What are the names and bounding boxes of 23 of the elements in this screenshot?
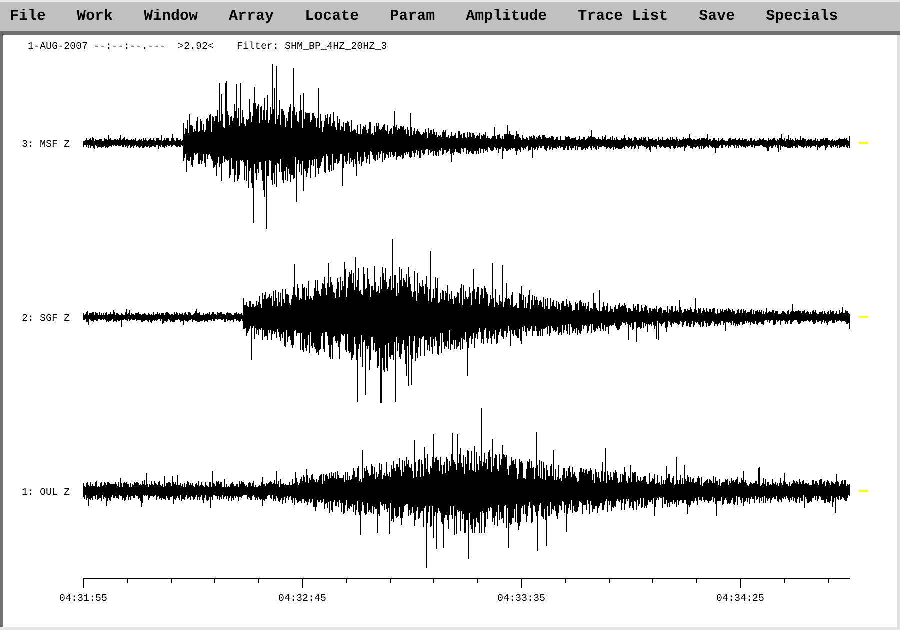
date-time-text: 1-AUG-2007 --:--:--.--- bbox=[28, 42, 166, 55]
trace-label: 2: SGF Z bbox=[22, 314, 70, 325]
menu-item[interactable]: Work bbox=[74, 8, 116, 26]
trace-label: 3: MSF Z bbox=[22, 140, 70, 151]
menu-item[interactable]: Param bbox=[387, 8, 438, 26]
menu-item[interactable]: File bbox=[7, 8, 50, 26]
trace-marker-icon bbox=[859, 490, 868, 492]
menu-item[interactable]: Array bbox=[226, 8, 278, 26]
menu-item[interactable]: Locate bbox=[302, 8, 362, 26]
time-tick-label: 04:31:55 bbox=[60, 594, 108, 605]
menu-item[interactable]: Save bbox=[696, 8, 738, 26]
trace-marker-icon bbox=[859, 142, 868, 144]
menu-item[interactable]: Specials bbox=[763, 8, 842, 26]
time-tick-label: 04:34:25 bbox=[716, 594, 764, 605]
amplitude-scale-text: >2.92< bbox=[178, 42, 214, 55]
time-tick-label: 04:33:35 bbox=[498, 594, 546, 605]
menu-item[interactable]: Trace List bbox=[575, 8, 672, 26]
filter-text: Filter: SHM_BP_4HZ_20HZ_3 bbox=[237, 42, 388, 55]
trace-label: 1: OUL Z bbox=[22, 488, 70, 499]
time-tick-label: 04:32:45 bbox=[278, 594, 326, 605]
trace-marker-icon bbox=[859, 316, 868, 318]
menu-item[interactable]: Window bbox=[141, 8, 202, 26]
menu-item[interactable]: Amplitude bbox=[463, 8, 550, 26]
